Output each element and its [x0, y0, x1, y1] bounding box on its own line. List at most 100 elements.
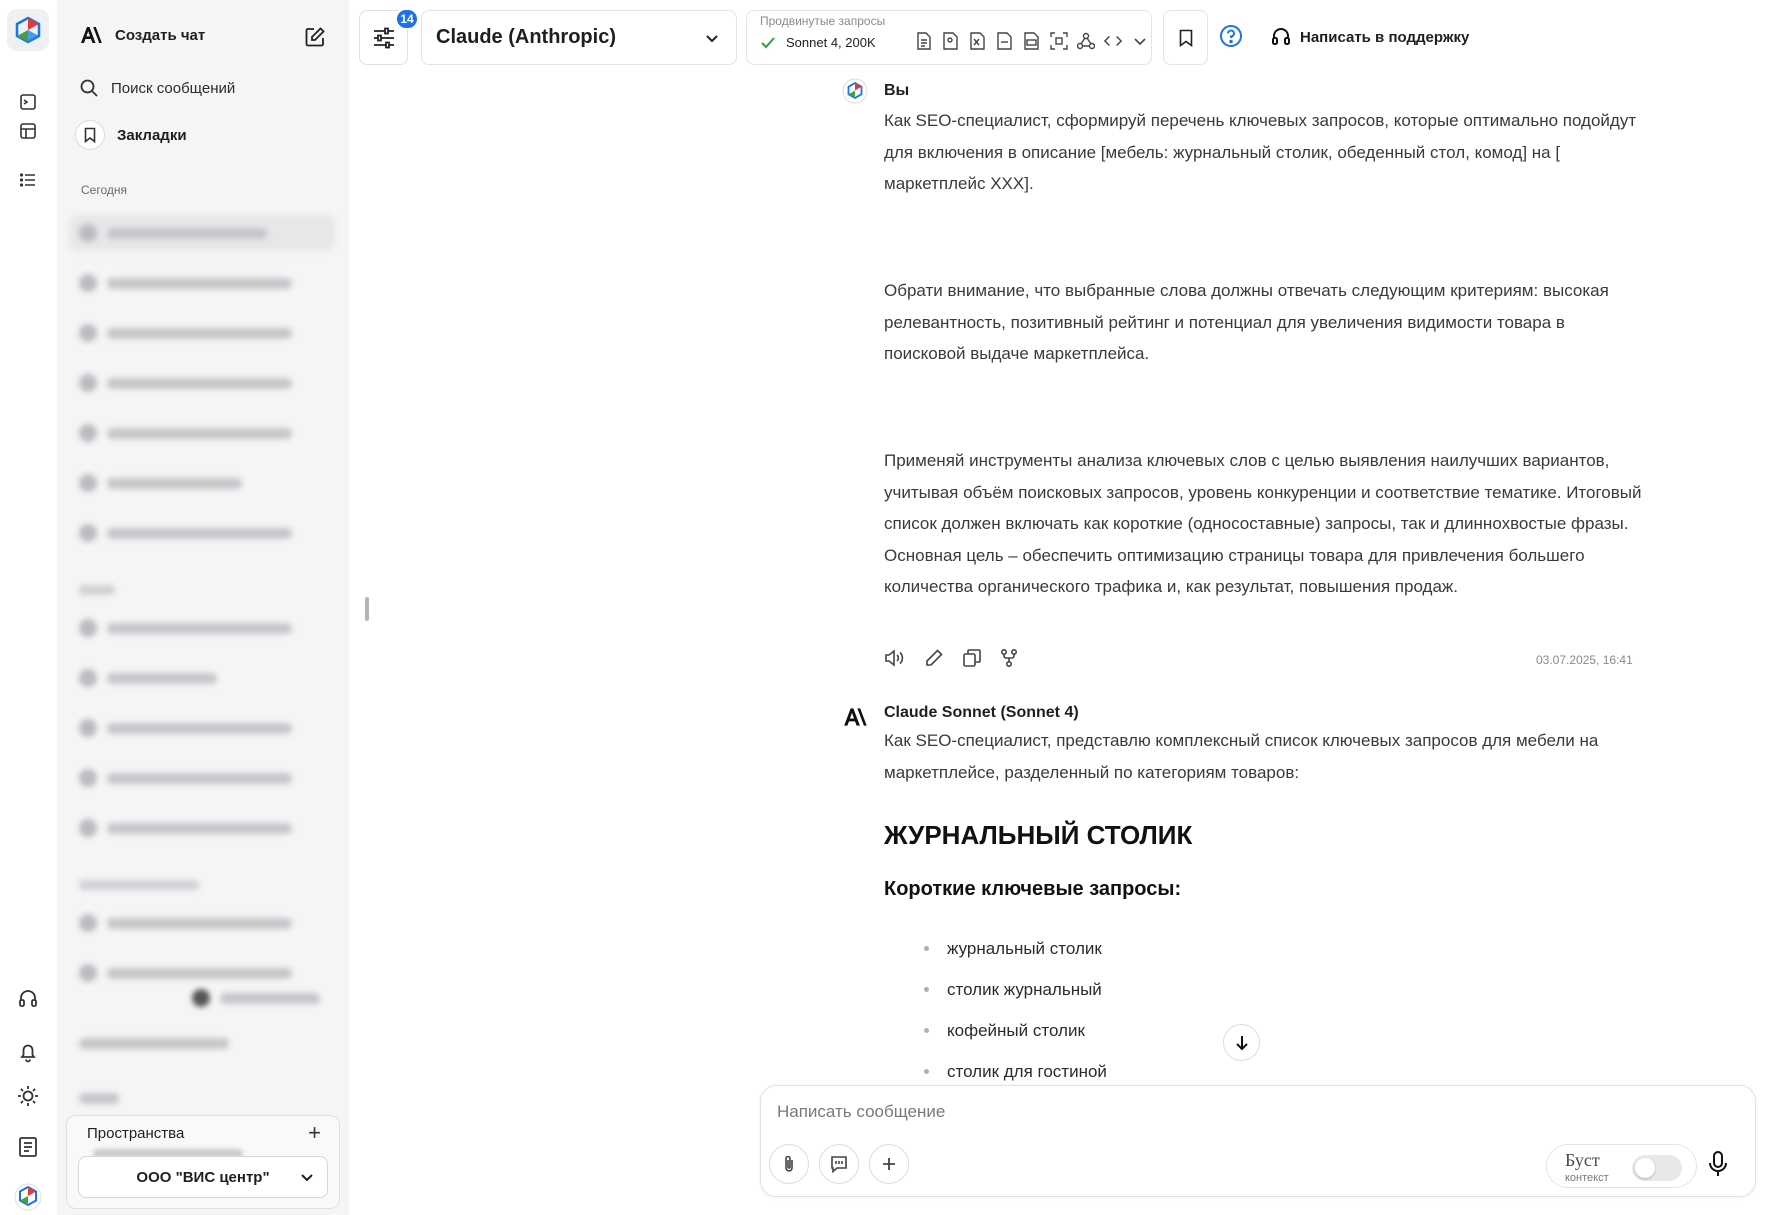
response-subheading: Короткие ключевые запросы:: [884, 878, 1182, 900]
chat-history-item[interactable]: [69, 610, 335, 646]
prompts-button[interactable]: [819, 1144, 859, 1184]
chat-history-item[interactable]: [69, 315, 335, 351]
paperclip-icon: [785, 1155, 793, 1172]
user-message-paragraph: Применяй инструменты анализа ключевых сл…: [884, 451, 1642, 596]
copy-icon[interactable]: [962, 648, 982, 673]
list-icon[interactable]: [14, 166, 42, 194]
chat-history-item[interactable]: [69, 465, 335, 501]
chat-history-item[interactable]: [69, 710, 335, 746]
pdf-icon[interactable]: [942, 31, 960, 51]
plus-icon: [883, 1158, 895, 1170]
scan-icon[interactable]: [1050, 31, 1068, 51]
headset-icon[interactable]: [14, 985, 42, 1013]
bookmark-icon: [1179, 29, 1192, 47]
settings-count-badge: 14: [395, 8, 419, 30]
headset-icon: [1272, 28, 1290, 45]
chat-history-item[interactable]: [69, 905, 335, 941]
chat-history-item[interactable]: [69, 1025, 335, 1061]
anthropic-logo-icon: [81, 27, 102, 43]
app-logo[interactable]: [7, 9, 49, 51]
bookmarks-link[interactable]: Закладки: [75, 120, 187, 150]
org-select-value: ООО "ВИС центр": [136, 1168, 270, 1186]
search-icon: [80, 79, 98, 97]
add-space-button[interactable]: +: [308, 1122, 321, 1144]
sidebar: Создать чат Поиск сообщений Закладки Сег…: [57, 0, 349, 1215]
spaces-title: Пространства: [87, 1125, 185, 1142]
section-label-blurred: [79, 880, 199, 890]
excel-icon[interactable]: [969, 31, 987, 51]
spaces-panel: Пространства + ООО "ВИС центр": [66, 1115, 340, 1209]
advanced-requests-panel[interactable]: Продвинутые запросы Sonnet 4, 200K: [746, 10, 1152, 65]
chevron-down-icon: [299, 1169, 315, 1189]
arrow-down-icon: [1235, 1035, 1248, 1050]
left-rail: [0, 0, 57, 1215]
message-input[interactable]: [777, 1102, 1577, 1122]
chat-history-item[interactable]: [69, 215, 335, 251]
new-chat-button[interactable]: Создать чат: [79, 26, 325, 47]
document-icon[interactable]: [14, 1133, 42, 1161]
search-messages[interactable]: Поиск сообщений: [79, 78, 235, 98]
keyword-list: журнальный столик столик журнальный кофе…: [924, 928, 1107, 1092]
boost-switch[interactable]: [1632, 1155, 1682, 1181]
txt-icon[interactable]: [996, 31, 1014, 51]
chevron-down-icon: [704, 29, 720, 52]
new-chat-label: Создать чат: [115, 26, 206, 44]
chevron-down-icon[interactable]: [1131, 31, 1149, 51]
list-item: кофейный столик: [924, 1010, 1107, 1051]
claude-avatar: [842, 706, 868, 732]
user-author: Вы: [884, 82, 910, 99]
bell-icon[interactable]: [14, 1038, 42, 1066]
message-composer: Буст контекст: [760, 1085, 1756, 1197]
scroll-down-button[interactable]: [1223, 1024, 1260, 1061]
chat-history-item[interactable]: [69, 515, 335, 551]
add-button[interactable]: [869, 1144, 909, 1184]
response-heading: ЖУРНАЛЬНЫЙ СТОЛИК: [884, 820, 1193, 850]
chat-history-item[interactable]: [69, 265, 335, 301]
search-label: Поиск сообщений: [111, 79, 236, 97]
speaker-icon[interactable]: [884, 648, 906, 673]
chat-history-item[interactable]: [69, 365, 335, 401]
sun-icon[interactable]: [14, 1082, 42, 1110]
assistant-intro: Как SEO-специалист, представлю комплексн…: [884, 731, 1599, 782]
support-label: Написать в поддержку: [1300, 28, 1470, 46]
brand-logo: [11, 1180, 45, 1214]
chat-history-item[interactable]: [69, 660, 335, 696]
chat-history-item[interactable]: [69, 1080, 335, 1116]
boost-sublabel: контекст: [1565, 1172, 1609, 1184]
boost-context-toggle[interactable]: Буст контекст: [1546, 1144, 1697, 1188]
pencil-icon[interactable]: [924, 648, 944, 673]
chat-history-item[interactable]: [69, 760, 335, 796]
terminal-icon[interactable]: [14, 88, 42, 116]
assistant-author: Claude Sonnet (Sonnet 4): [884, 704, 1079, 721]
list-item: журнальный столик: [924, 928, 1107, 969]
table-icon[interactable]: [14, 117, 42, 145]
bookmark-icon: [75, 120, 105, 150]
microphone-icon[interactable]: [1706, 1150, 1730, 1183]
branch-icon[interactable]: [1000, 648, 1018, 673]
boost-label: Буст: [1565, 1150, 1600, 1170]
org-select[interactable]: ООО "ВИС центр": [78, 1156, 328, 1198]
check-icon: [761, 36, 775, 48]
bookmark-button[interactable]: [1163, 10, 1208, 65]
attach-button[interactable]: [769, 1144, 809, 1184]
compose-icon[interactable]: [304, 26, 326, 52]
user-message-paragraph: Обрати внимание, что выбранные слова дол…: [884, 281, 1609, 363]
help-icon[interactable]: [1219, 24, 1243, 53]
sidebar-resize-handle[interactable]: [365, 597, 369, 621]
list-item: столик журнальный: [924, 969, 1107, 1010]
model-select[interactable]: Claude (Anthropic): [421, 10, 737, 65]
code-icon[interactable]: [1104, 31, 1122, 51]
doc-icon[interactable]: [915, 31, 933, 51]
network-icon[interactable]: [1077, 31, 1095, 51]
model-select-value: Claude (Anthropic): [436, 26, 616, 48]
file-type-icons: [915, 31, 1149, 51]
advanced-label: Продвинутые запросы: [760, 14, 886, 28]
support-button[interactable]: Написать в поддержку: [1270, 26, 1469, 48]
toggle-blurred[interactable]: [182, 980, 342, 1016]
docx-icon[interactable]: [1023, 31, 1041, 51]
message-timestamp: 03.07.2025, 16:41: [1536, 653, 1633, 667]
user-avatar: [842, 78, 868, 104]
section-label-blurred: [79, 585, 115, 595]
chat-history-item[interactable]: [69, 810, 335, 846]
chat-history-item[interactable]: [69, 415, 335, 451]
